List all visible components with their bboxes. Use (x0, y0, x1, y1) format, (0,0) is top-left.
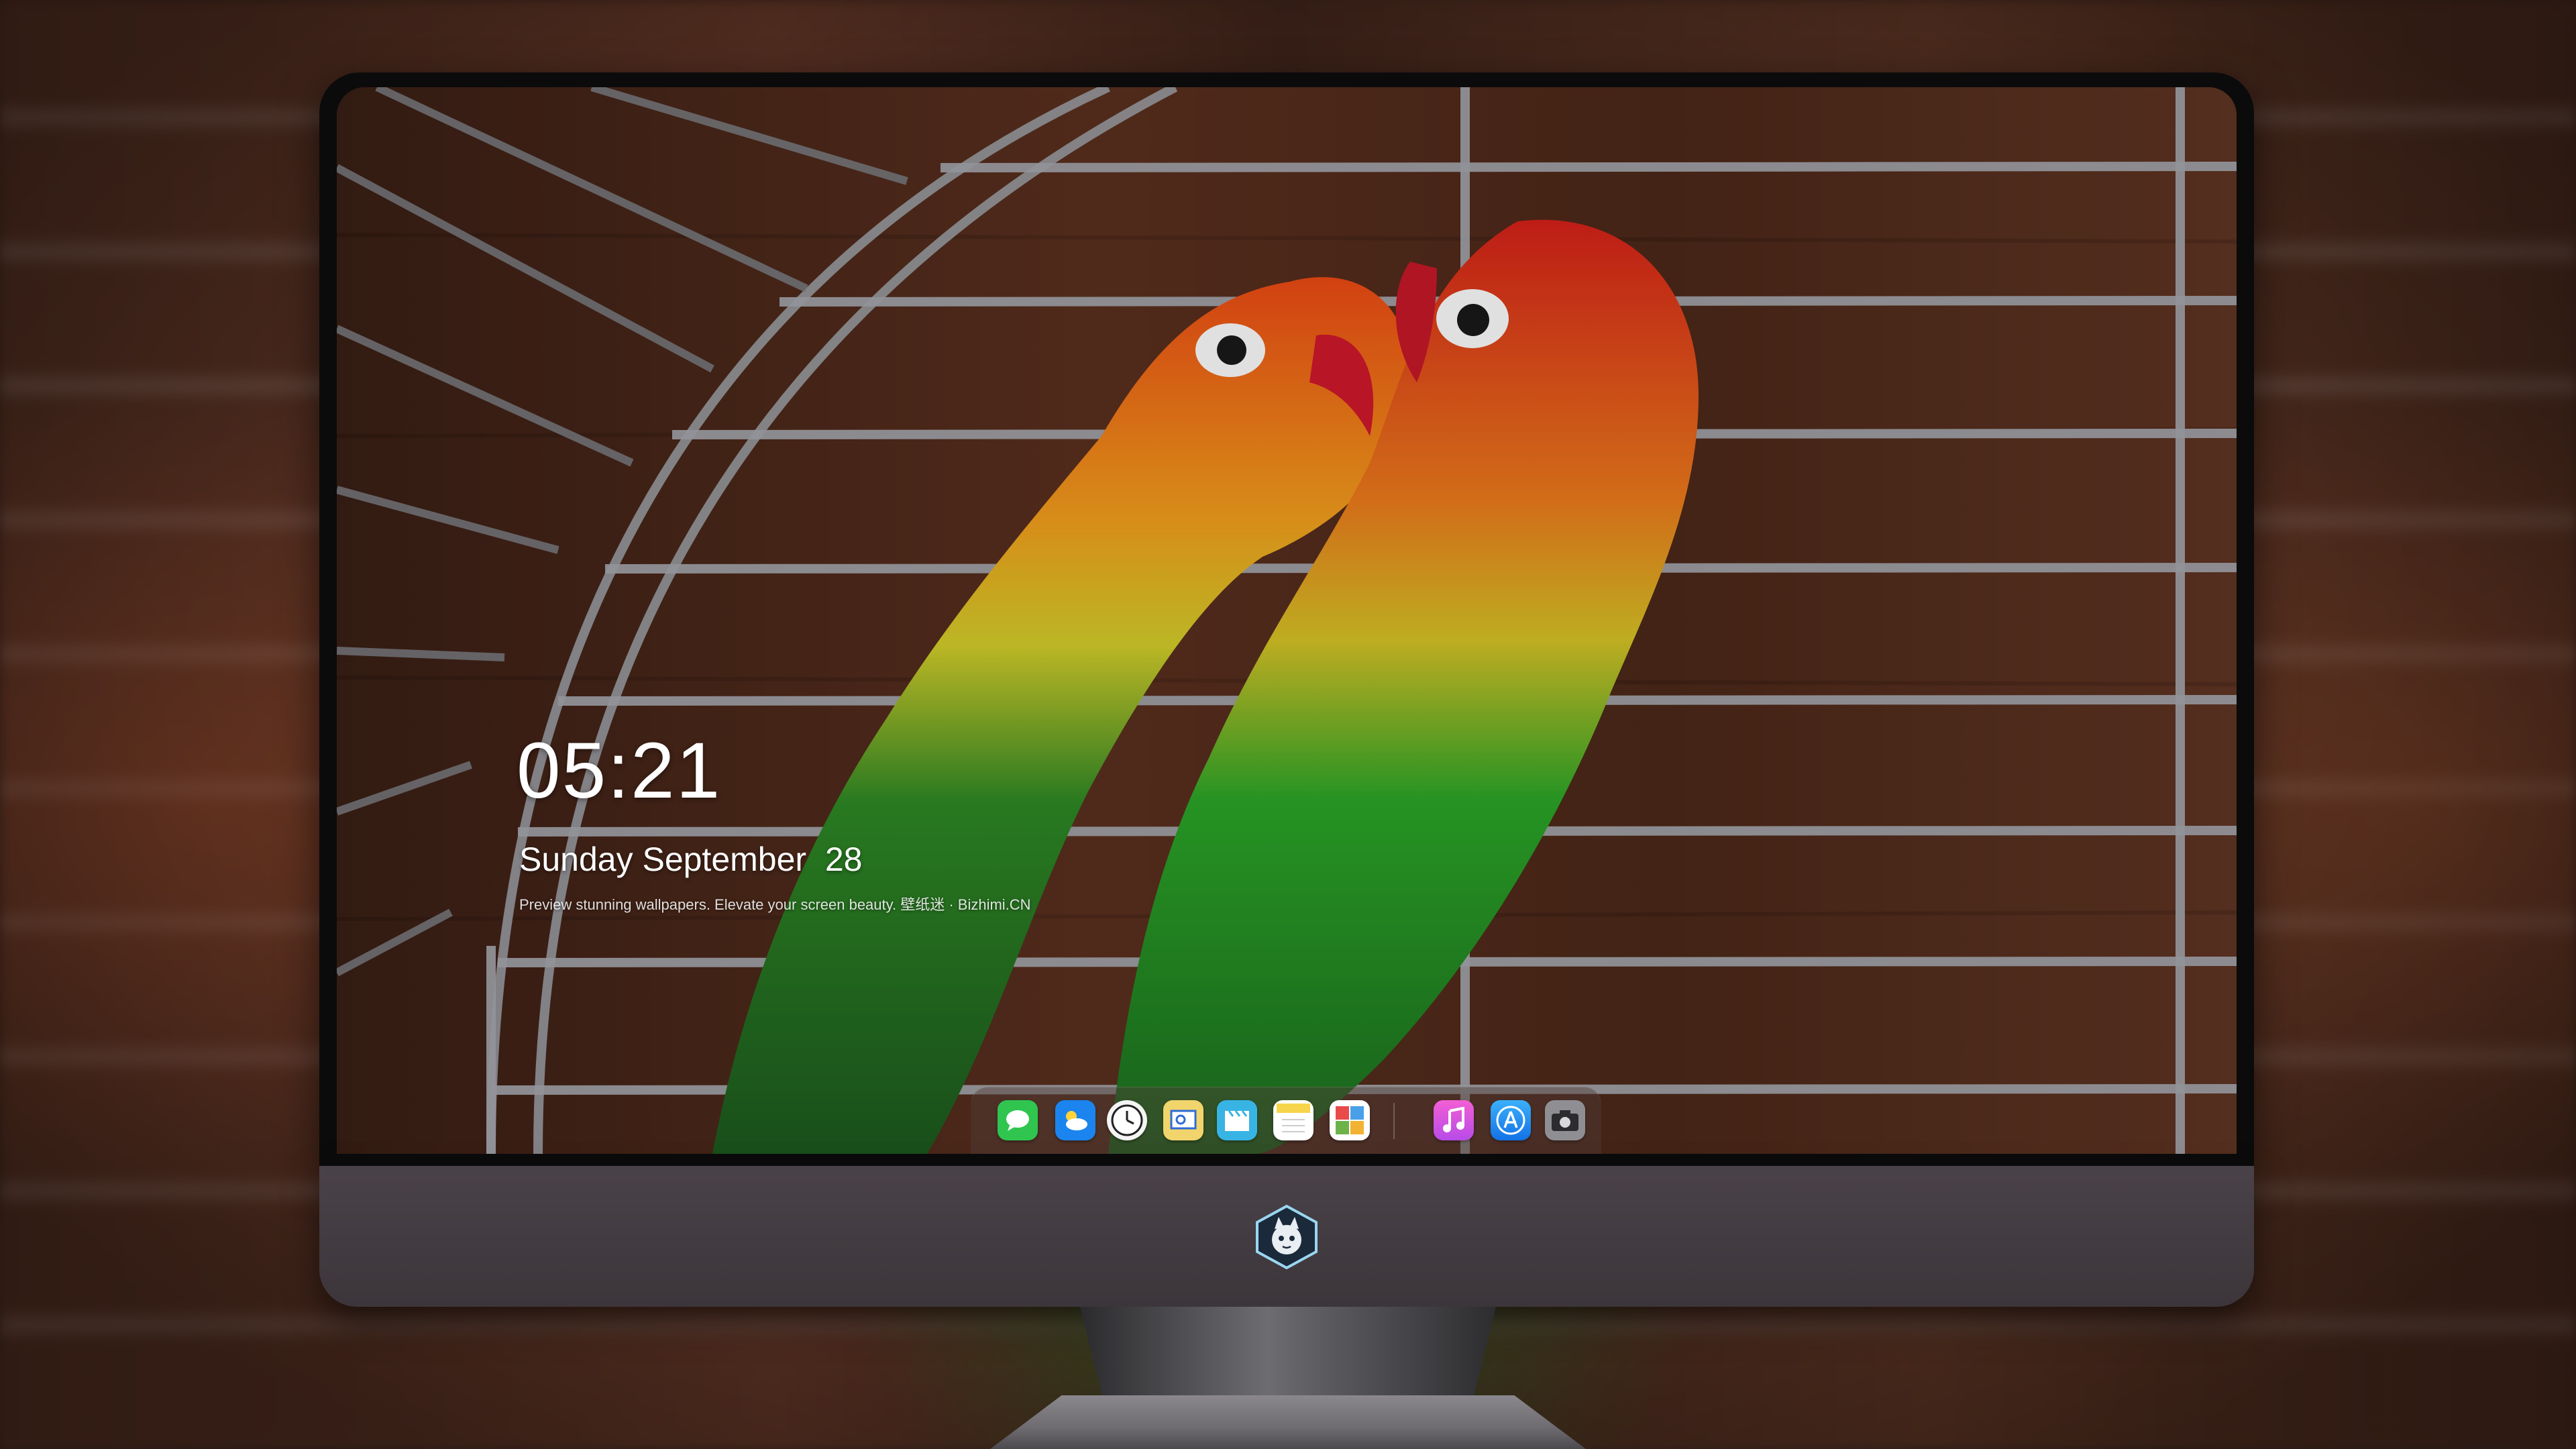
lock-clock: 05:21 (517, 727, 722, 815)
dock-divider (1393, 1103, 1395, 1139)
display[interactable]: 05:21 Sunday September 28 Preview stunni… (337, 87, 2237, 1154)
camera-icon[interactable] (1545, 1100, 1585, 1140)
weather-icon[interactable] (1055, 1100, 1095, 1140)
monitor-stand-neck (1080, 1307, 1496, 1407)
messages-icon[interactable] (998, 1100, 1038, 1140)
wallpaper (337, 87, 2237, 1154)
app-store-icon[interactable] (1491, 1100, 1531, 1140)
monitor-chin (319, 1166, 2254, 1307)
cat-logo-icon (1256, 1205, 1318, 1269)
screen-bezel: 05:21 Sunday September 28 Preview stunni… (319, 72, 2254, 1166)
lock-tagline: Preview stunning wallpapers. Elevate you… (519, 896, 1031, 913)
monitor: 05:21 Sunday September 28 Preview stunni… (319, 72, 2254, 1307)
notes-icon[interactable] (1273, 1100, 1313, 1140)
lock-date: Sunday September 28 (519, 841, 863, 878)
photos-grid-icon[interactable] (1330, 1100, 1370, 1140)
claquette-icon[interactable] (1217, 1100, 1257, 1140)
itunes-icon[interactable] (1434, 1100, 1474, 1140)
clock-icon[interactable] (1107, 1100, 1147, 1140)
monitor-stand-base (990, 1395, 1586, 1449)
dock (971, 1087, 1601, 1154)
preview-icon[interactable] (1163, 1100, 1203, 1140)
